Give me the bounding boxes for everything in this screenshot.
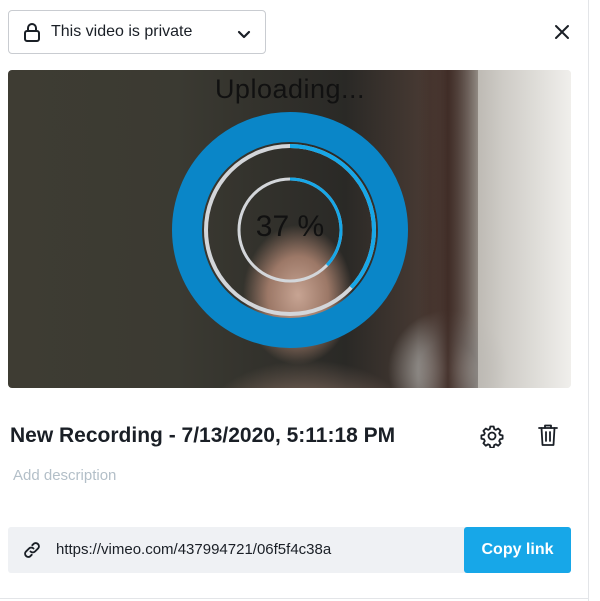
- video-background-light: [478, 70, 571, 388]
- video-title[interactable]: New Recording - 7/13/2020, 5:11:18 PM: [10, 424, 395, 448]
- privacy-dropdown[interactable]: This video is private: [8, 10, 266, 54]
- chevron-down-icon: [237, 27, 251, 39]
- panel-bottom-divider: [0, 598, 589, 599]
- privacy-label: This video is private: [51, 23, 193, 40]
- lock-icon: [23, 22, 41, 42]
- settings-button[interactable]: [480, 424, 504, 449]
- upload-status-text: Uploading...: [214, 74, 366, 104]
- share-url[interactable]: https://vimeo.com/437994721/06f5f4c38a: [56, 541, 331, 558]
- upload-panel: This video is private Uploading... 37 % …: [0, 0, 589, 601]
- close-button[interactable]: [550, 20, 574, 44]
- trash-icon: [538, 424, 558, 446]
- delete-button[interactable]: [537, 423, 559, 447]
- add-description-field[interactable]: Add description: [13, 467, 116, 484]
- gear-icon: [480, 425, 504, 449]
- close-icon: [555, 25, 569, 39]
- video-shadow: [418, 70, 478, 388]
- link-icon: [22, 540, 42, 560]
- copy-link-button[interactable]: Copy link: [464, 527, 571, 573]
- upload-percent: 37 %: [255, 210, 325, 243]
- share-link-bar: https://vimeo.com/437994721/06f5f4c38a C…: [8, 527, 571, 573]
